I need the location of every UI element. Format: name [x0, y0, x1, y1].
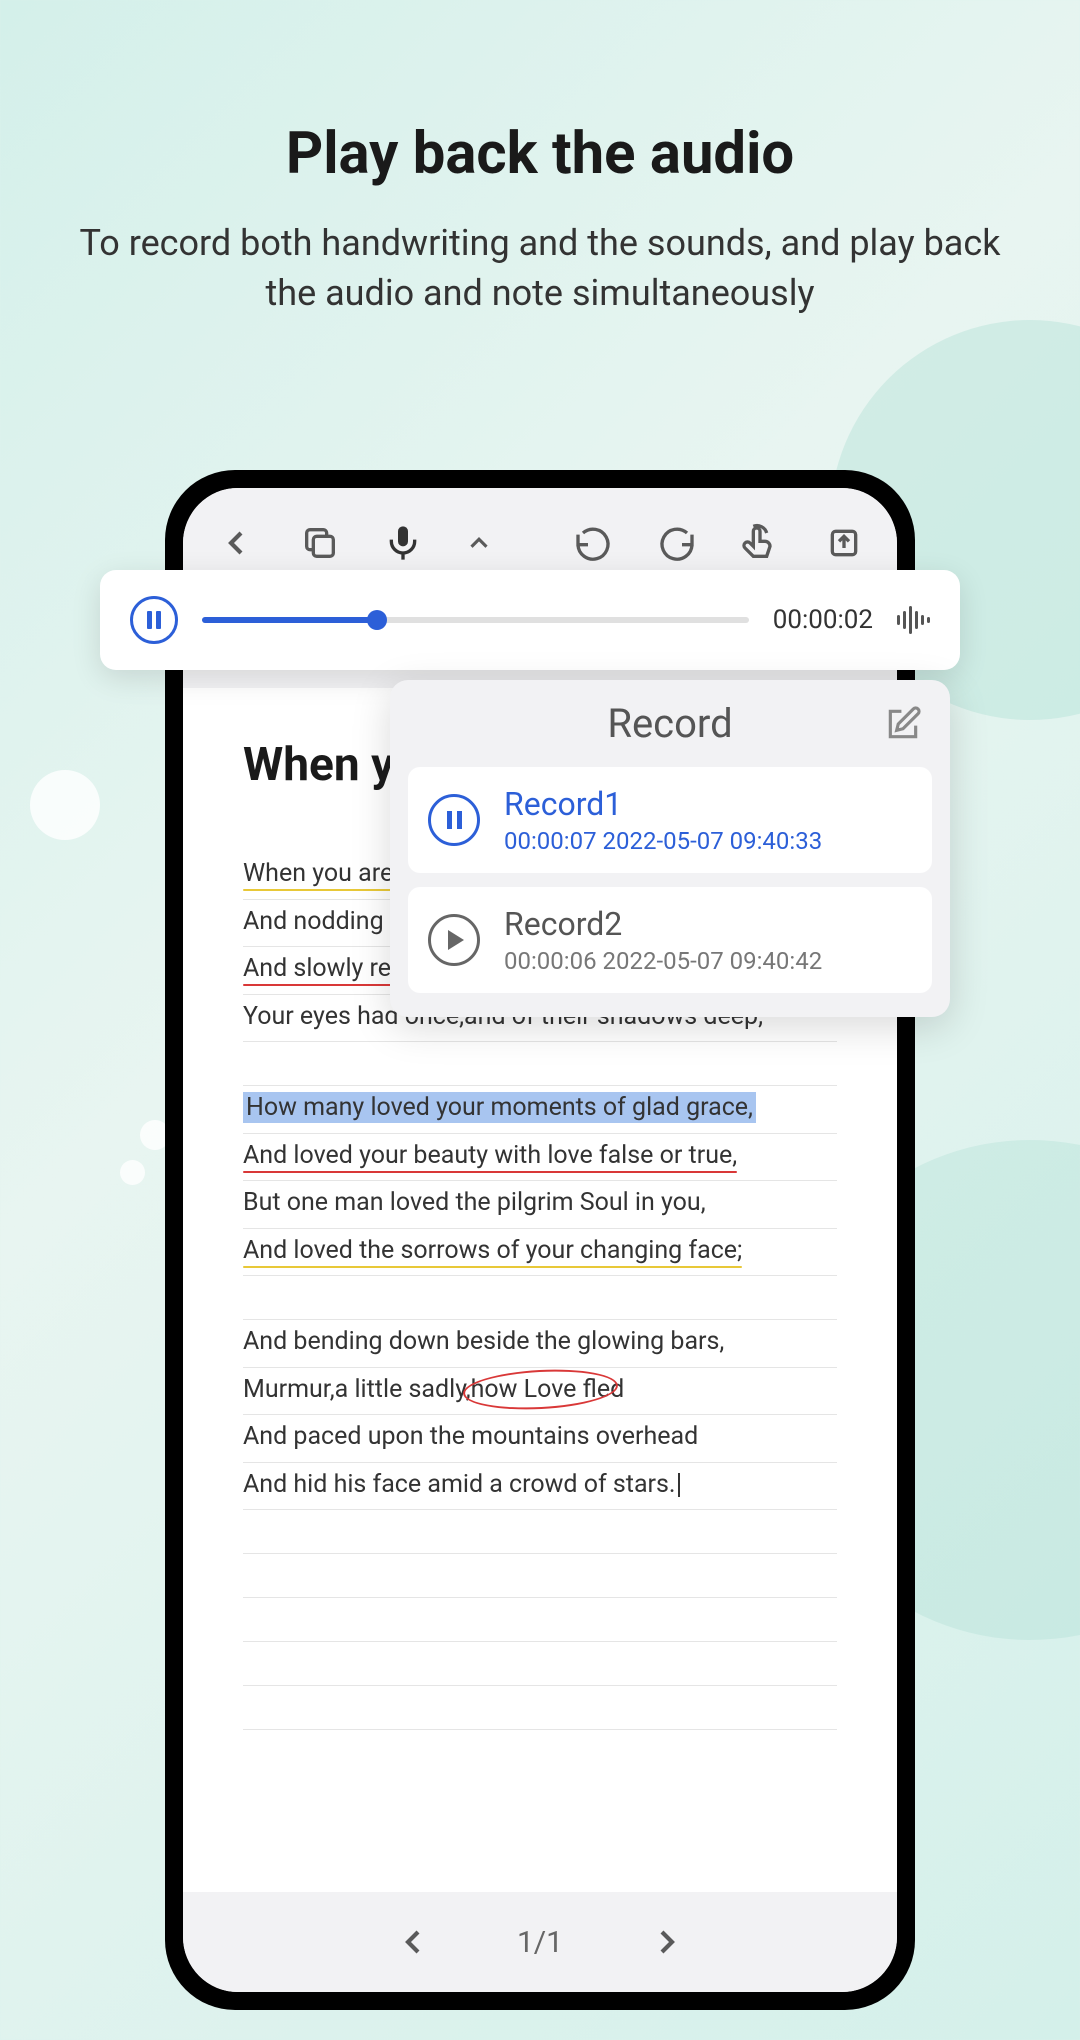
pagination-bar: 1/1 — [183, 1892, 897, 1992]
chevron-up-icon[interactable] — [464, 519, 494, 567]
note-line — [243, 1276, 837, 1320]
redo-button[interactable] — [654, 519, 700, 567]
note-line — [243, 1642, 837, 1686]
prev-page-button[interactable] — [389, 1918, 437, 1966]
microphone-icon[interactable] — [380, 519, 426, 567]
note-line: And hid his face amid a crowd of stars. — [243, 1463, 837, 1511]
note-line: And paced upon the mountains overhead — [243, 1415, 837, 1463]
note-line: And loved the sorrows of your changing f… — [243, 1229, 837, 1277]
page-indicator: 1/1 — [517, 1925, 563, 1960]
share-icon[interactable] — [821, 519, 867, 567]
record-name: Record1 — [504, 785, 912, 823]
playback-time: 00:00:02 — [773, 605, 873, 635]
record-panel-title: Record — [607, 700, 732, 747]
bg-decoration — [120, 1160, 145, 1185]
copy-icon[interactable] — [297, 519, 343, 567]
back-button[interactable] — [213, 519, 259, 567]
edit-button[interactable] — [884, 705, 922, 747]
record-panel: Record Record1 00:00:07 2022-05-07 09:40… — [390, 680, 950, 1017]
pause-icon — [428, 794, 480, 846]
play-icon — [428, 914, 480, 966]
record-item[interactable]: Record2 00:00:06 2022-05-07 09:40:42 — [408, 887, 932, 993]
record-item[interactable]: Record1 00:00:07 2022-05-07 09:40:33 — [408, 767, 932, 873]
next-page-button[interactable] — [643, 1918, 691, 1966]
progress-slider[interactable] — [202, 617, 749, 623]
note-line: But one man loved the pilgrim Soul in yo… — [243, 1181, 837, 1229]
note-line: How many loved your moments of glad grac… — [243, 1086, 837, 1134]
record-name: Record2 — [504, 905, 912, 943]
hero-title: Play back the audio — [0, 120, 1080, 188]
note-line: And loved your beauty with love false or… — [243, 1134, 837, 1182]
note-line — [243, 1510, 837, 1554]
waveform-icon[interactable] — [897, 606, 930, 634]
note-line — [243, 1598, 837, 1642]
touch-icon[interactable] — [738, 519, 784, 567]
undo-button[interactable] — [570, 519, 616, 567]
pause-button[interactable] — [130, 596, 178, 644]
note-line — [243, 1554, 837, 1598]
record-meta: 00:00:06 2022-05-07 09:40:42 — [504, 947, 912, 975]
record-meta: 00:00:07 2022-05-07 09:40:33 — [504, 827, 912, 855]
note-line: And bending down beside the glowing bars… — [243, 1320, 837, 1368]
bg-decoration — [30, 770, 100, 840]
note-line — [243, 1042, 837, 1086]
hero-subtitle: To record both handwriting and the sound… — [0, 218, 1080, 319]
note-line: Murmur,a little sadly,how Love fled — [243, 1368, 837, 1416]
note-line — [243, 1686, 837, 1730]
audio-player: 00:00:02 — [100, 570, 960, 670]
